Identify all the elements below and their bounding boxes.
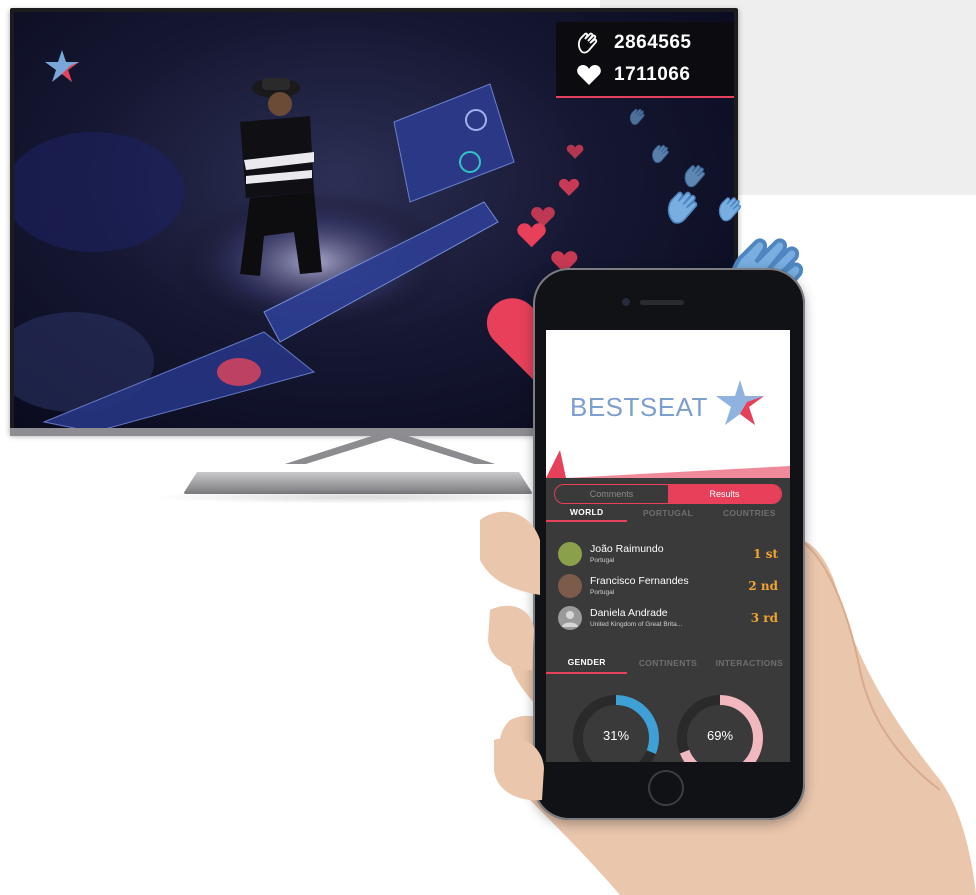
tab-countries[interactable]: COUNTRIES — [709, 504, 790, 522]
likes-count: 1711066 — [614, 64, 691, 85]
claps-count: 2864565 — [614, 32, 692, 53]
channel-star-logo-icon — [44, 48, 80, 89]
brand-star-icon — [714, 378, 766, 433]
claps-stat: 2864565 — [576, 32, 691, 54]
tv-stand-legs — [284, 434, 496, 464]
phone-earpiece — [640, 300, 684, 305]
likes-stat: 1711066 — [576, 64, 690, 86]
thumb — [480, 511, 544, 801]
header-accent-stripe — [546, 450, 790, 478]
brand-logo-text: BESTSEAT — [570, 392, 708, 422]
gender-donut-female — [677, 695, 763, 762]
live-stats-overlay: 2864565 1711066 — [556, 22, 734, 98]
heart-icon — [576, 64, 602, 86]
app-header: BESTSEAT — [546, 330, 790, 478]
phone-camera — [622, 298, 630, 306]
ranking-place: 1 st — [753, 547, 778, 561]
clap-icon — [576, 32, 602, 54]
gender-female-percent: 69% — [706, 728, 734, 743]
ranking-place: 3 rd — [750, 611, 778, 625]
tab-interactions[interactable]: INTERACTIONS — [709, 652, 790, 674]
ranking-place: 2 nd — [748, 579, 778, 593]
segment-results[interactable]: Results — [668, 485, 781, 503]
